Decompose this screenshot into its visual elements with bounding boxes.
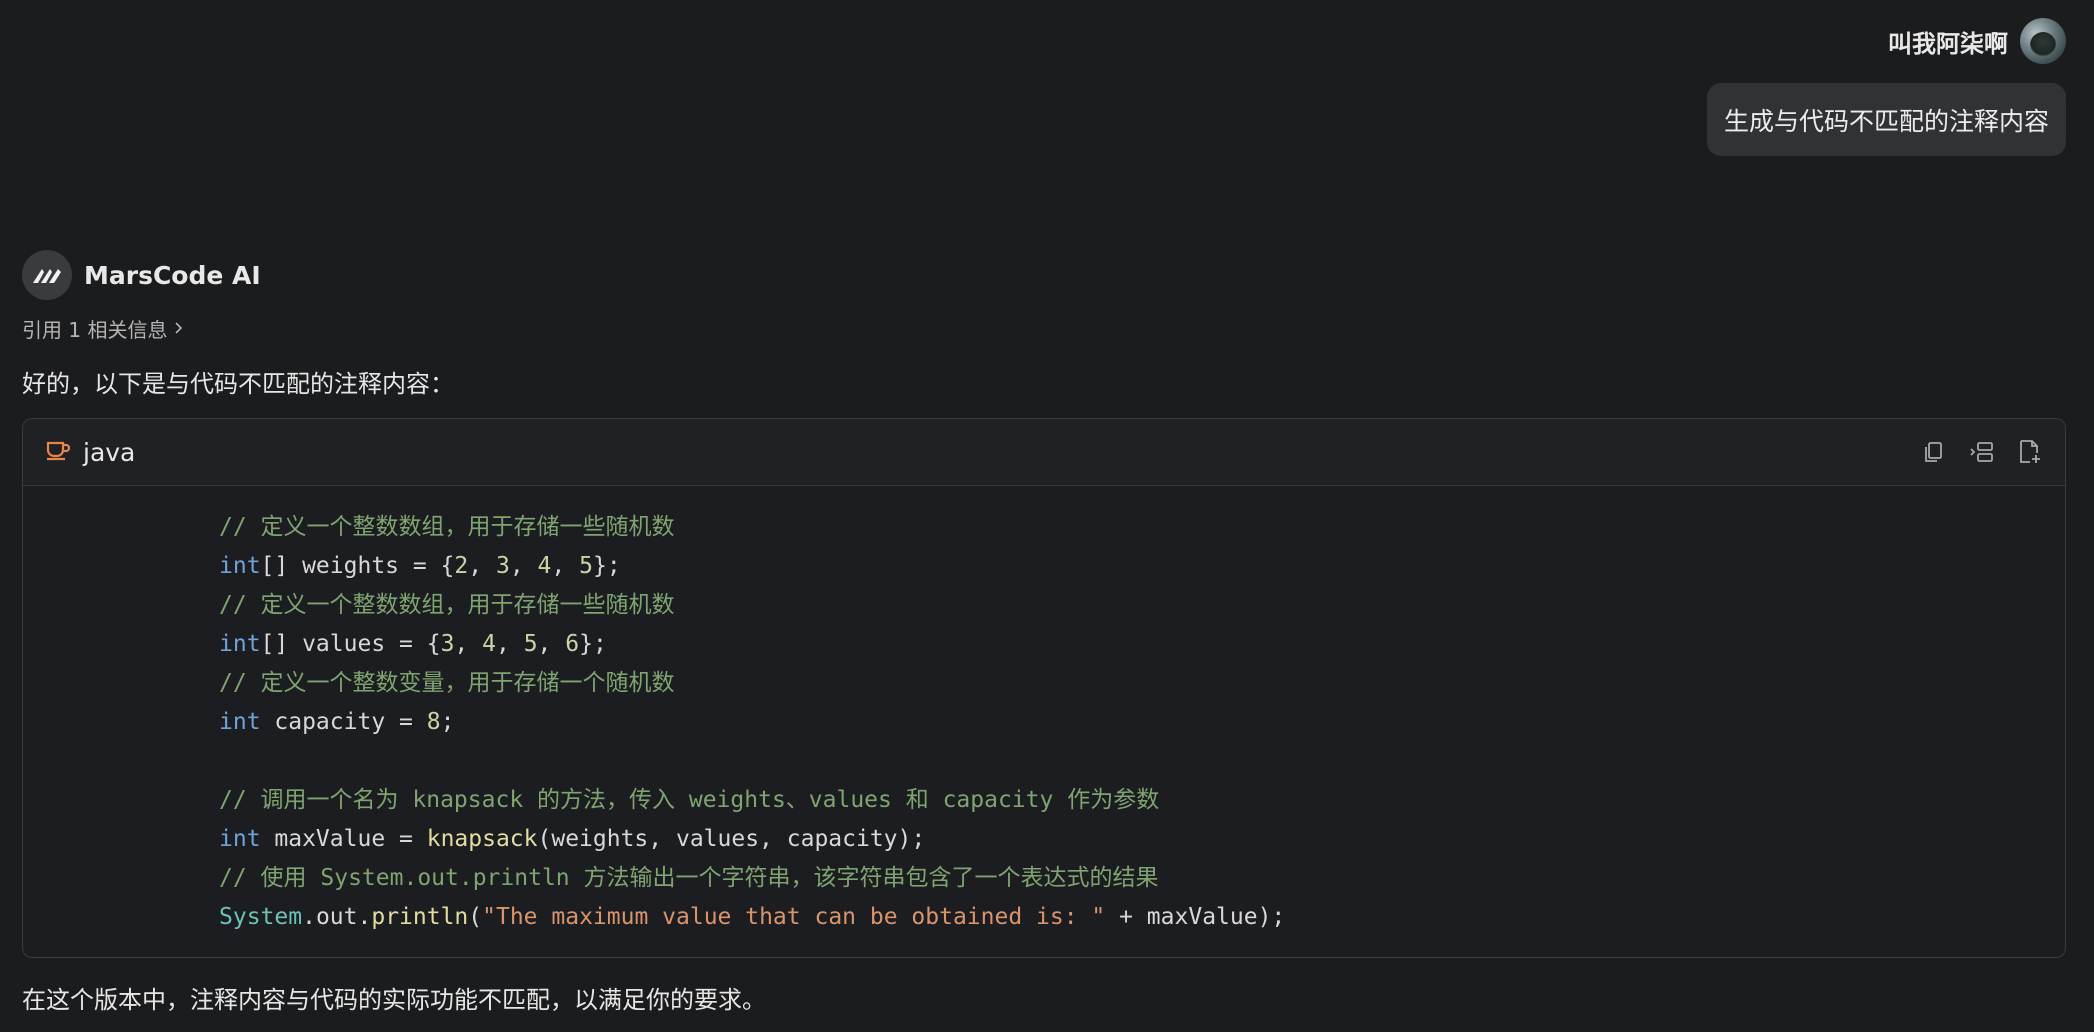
code-number: 2 xyxy=(454,553,469,579)
code-comment: // 定义一个整数变量，用于存储一个随机数 xyxy=(219,670,675,696)
assistant-name: MarsCode AI xyxy=(84,260,261,290)
code-string: "The maximum value that can be obtained … xyxy=(482,904,1106,930)
code-text: maxValue = xyxy=(260,826,427,852)
code-line: int capacity = 8; xyxy=(219,703,2065,742)
code-block: java // 定义一个整数数组，用于存储一些随机数 int[] weights… xyxy=(22,418,2066,958)
code-keyword: int xyxy=(219,631,261,657)
code-text: .out. xyxy=(302,904,372,930)
code-text: ( xyxy=(468,904,483,930)
user-header: 叫我阿柒啊 xyxy=(1888,18,2066,64)
marscode-logo-icon xyxy=(22,250,72,300)
assistant-intro-text: 好的，以下是与代码不匹配的注释内容： xyxy=(22,370,454,398)
code-line: int[] values = {3, 4, 5, 6}; xyxy=(219,625,2065,664)
code-number: 4 xyxy=(482,631,496,657)
user-message-bubble: 生成与代码不匹配的注释内容 xyxy=(1706,83,2066,156)
new-file-icon[interactable] xyxy=(2017,439,2043,465)
code-text: [] values = { xyxy=(260,631,441,657)
code-text: + maxValue); xyxy=(1105,904,1286,930)
code-comment: // 调用一个名为 knapsack 的方法，传入 weights、values… xyxy=(219,787,1160,813)
code-text: , xyxy=(551,553,580,579)
code-text: [] weights = { xyxy=(260,553,455,579)
code-block-header: java xyxy=(23,419,2065,486)
code-comment: // 使用 System.out.println 方法输出一个字符串，该字符串包… xyxy=(219,865,1159,891)
code-line: // 定义一个整数数组，用于存储一些随机数 xyxy=(219,508,2065,547)
code-actions xyxy=(1921,439,2043,465)
code-comment: // 定义一个整数数组，用于存储一些随机数 xyxy=(219,592,675,618)
code-text: ; xyxy=(440,709,455,735)
code-text: , xyxy=(495,631,524,657)
code-line: // 使用 System.out.println 方法输出一个字符串，该字符串包… xyxy=(219,859,2065,898)
chevron-right-icon xyxy=(173,317,185,341)
code-content[interactable]: // 定义一个整数数组，用于存储一些随机数 int[] weights = {2,… xyxy=(23,486,2065,937)
code-function: knapsack xyxy=(426,826,538,852)
code-line: int maxValue = knapsack(weights, values,… xyxy=(219,820,2065,859)
assistant-outro-text: 在这个版本中，注释内容与代码的实际功能不匹配，以满足你的要求。 xyxy=(22,986,766,1014)
code-line: int[] weights = {2, 3, 4, 5}; xyxy=(219,547,2065,586)
code-text: }; xyxy=(592,553,621,579)
code-function: println xyxy=(371,904,469,930)
code-text: , xyxy=(509,553,538,579)
citation-link[interactable]: 引用 1 相关信息 xyxy=(22,314,185,343)
code-line: // 定义一个整数变量，用于存储一个随机数 xyxy=(219,664,2065,703)
code-number: 5 xyxy=(523,631,538,657)
code-text: , xyxy=(468,553,496,579)
chat-page: 叫我阿柒啊 生成与代码不匹配的注释内容 MarsCode AI 引用 1 相关信… xyxy=(0,0,2094,1032)
user-name: 叫我阿柒啊 xyxy=(1888,29,2008,58)
code-text: (weights, values, capacity); xyxy=(537,826,926,852)
code-number: 5 xyxy=(579,553,593,579)
code-line: System.out.println("The maximum value th… xyxy=(219,898,2065,937)
code-line: // 调用一个名为 knapsack 的方法，传入 weights、values… xyxy=(219,781,2065,820)
code-number: 8 xyxy=(426,709,441,735)
code-number: 4 xyxy=(537,553,552,579)
code-language-label: java xyxy=(83,437,136,467)
code-text: , xyxy=(454,631,483,657)
code-text: capacity = xyxy=(260,709,427,735)
code-keyword: int xyxy=(219,709,261,735)
assistant-header: MarsCode AI xyxy=(22,250,261,300)
code-number: 3 xyxy=(440,631,455,657)
user-avatar[interactable] xyxy=(2020,18,2066,64)
code-text: , xyxy=(537,631,566,657)
insert-icon[interactable] xyxy=(1969,439,1995,465)
code-keyword: int xyxy=(219,826,261,852)
code-comment: // 定义一个整数数组，用于存储一些随机数 xyxy=(219,514,675,540)
java-cup-icon xyxy=(45,437,71,467)
code-keyword: int xyxy=(219,553,261,579)
code-number: 6 xyxy=(565,631,580,657)
code-class: System xyxy=(219,904,303,930)
code-language: java xyxy=(45,437,135,467)
citation-label: 引用 1 相关信息 xyxy=(22,318,168,342)
code-line: // 定义一个整数数组，用于存储一些随机数 xyxy=(219,586,2065,625)
code-text: }; xyxy=(579,631,607,657)
code-number: 3 xyxy=(495,553,510,579)
copy-icon[interactable] xyxy=(1921,439,1947,465)
